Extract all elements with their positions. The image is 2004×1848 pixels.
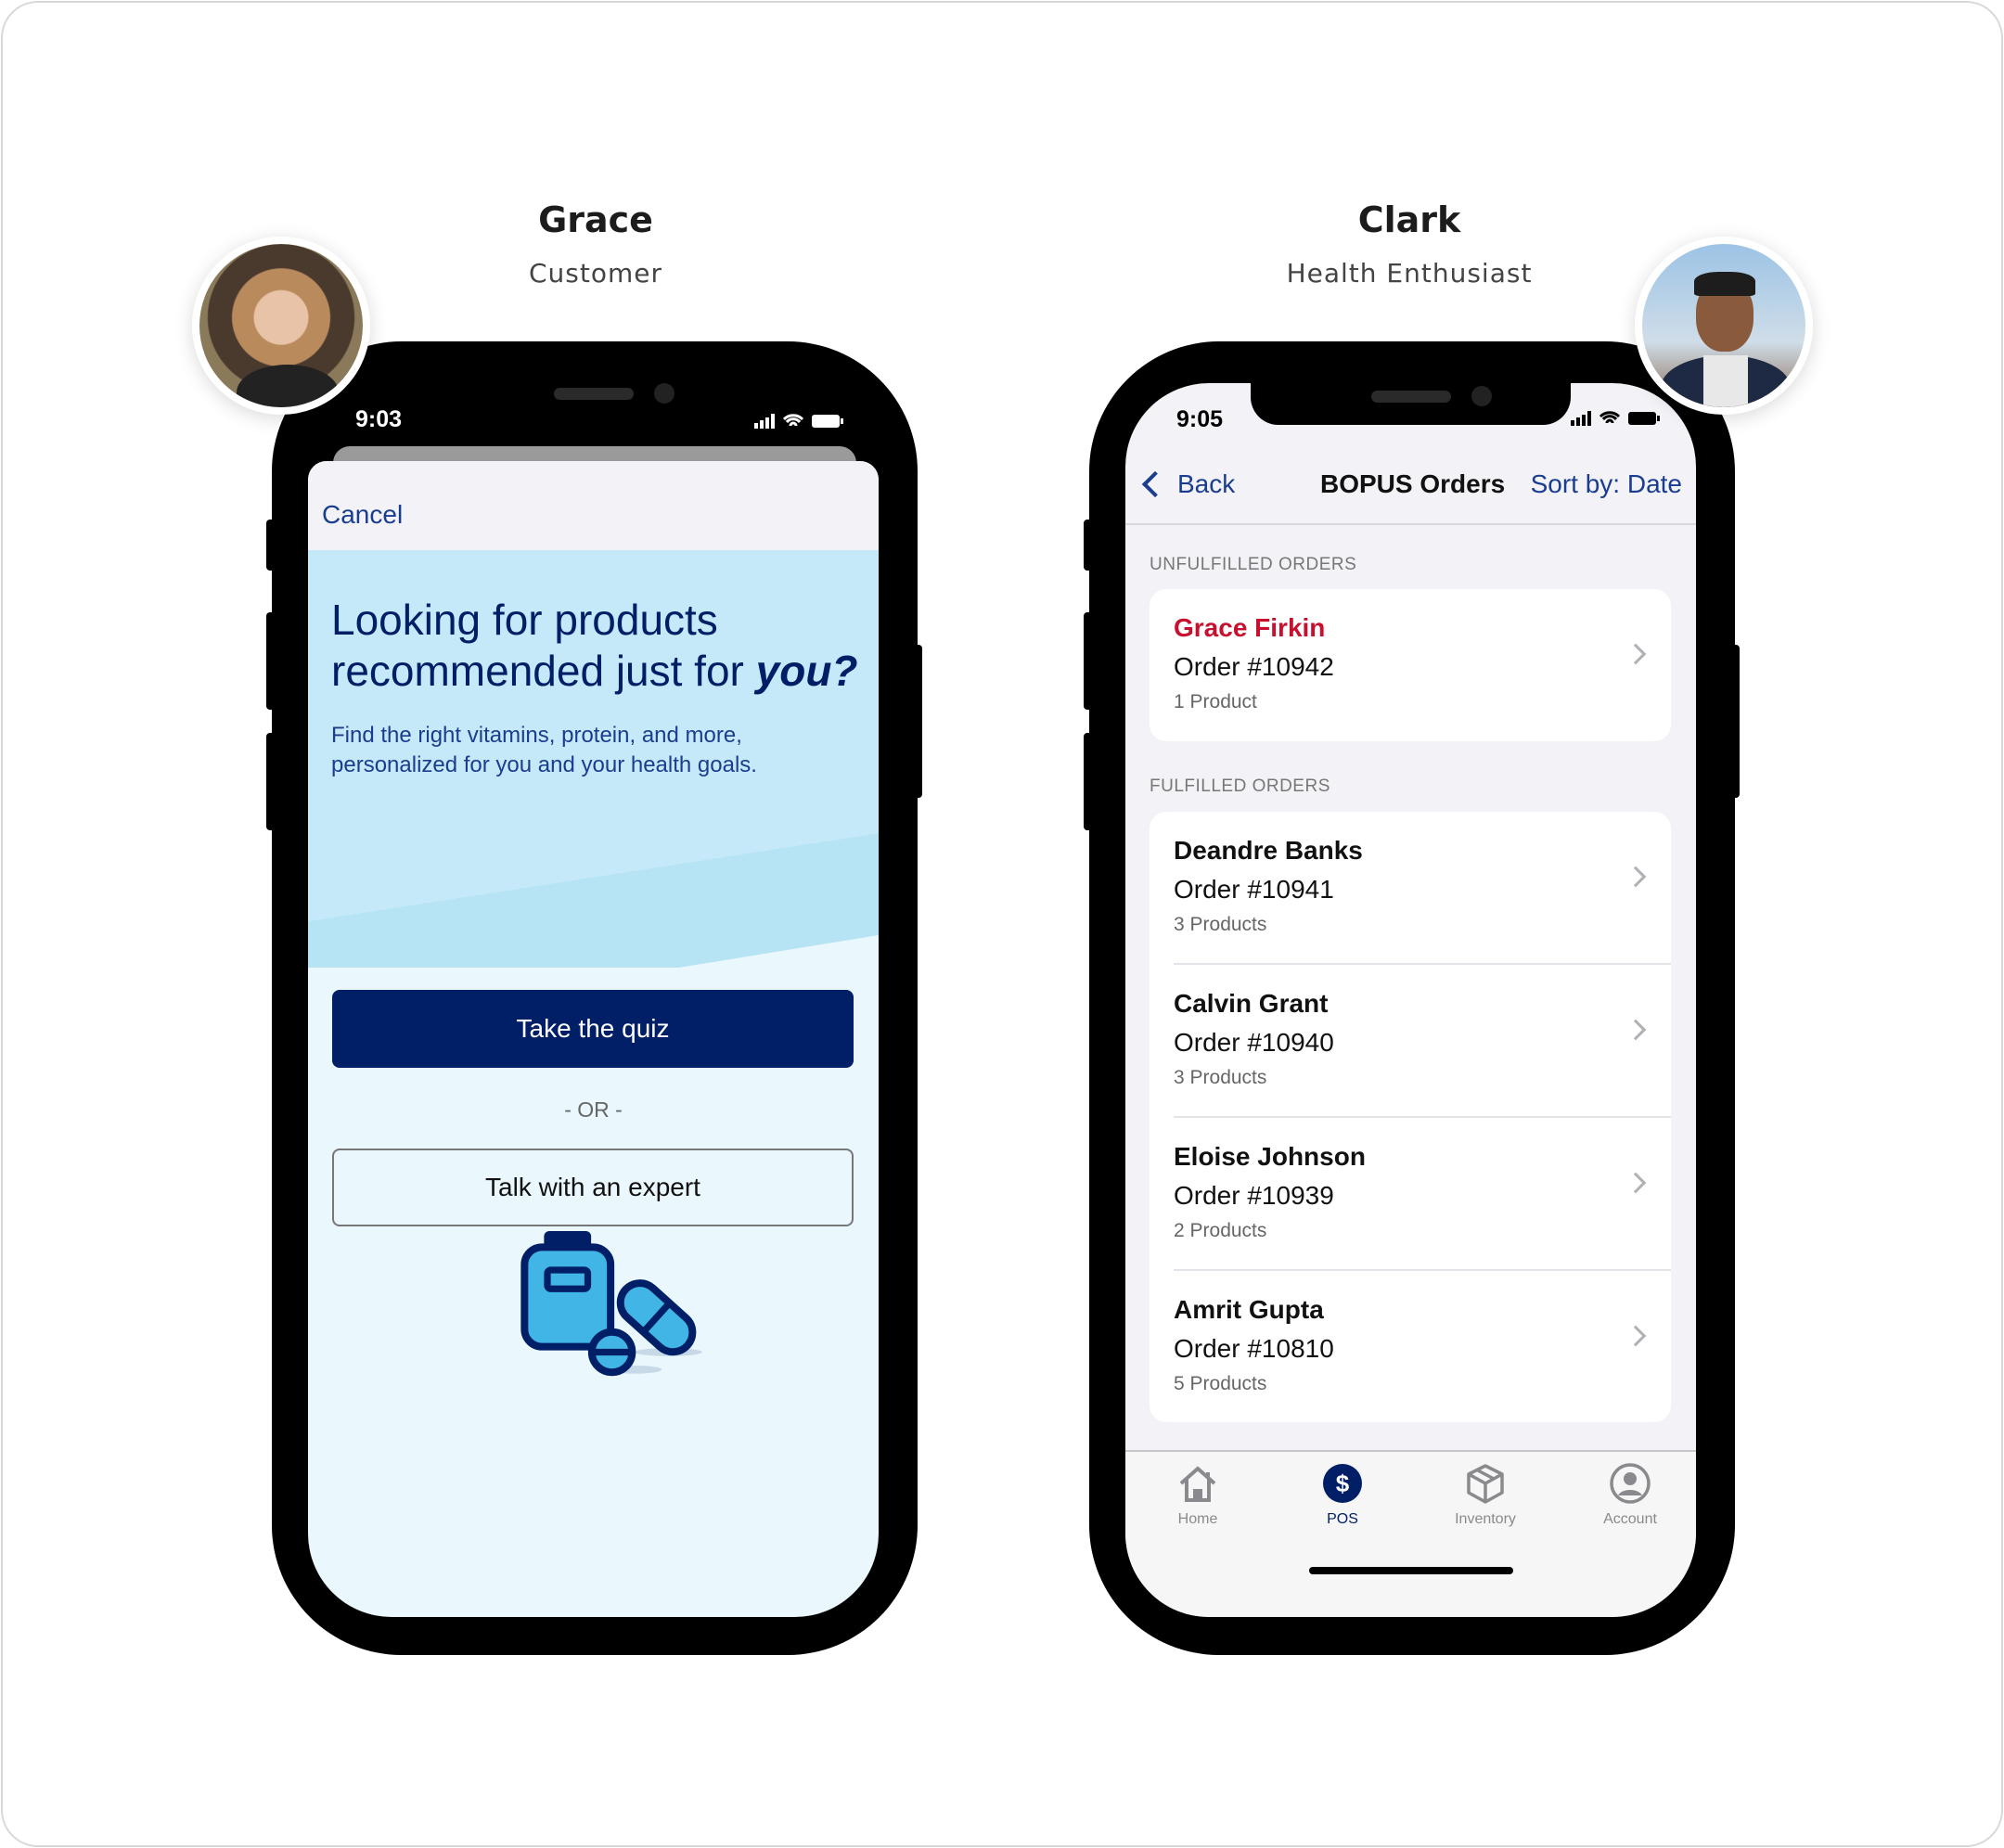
persona-name: Grace xyxy=(538,199,653,240)
section-header: FULFILLED ORDERS xyxy=(1150,776,1330,796)
home-indicator xyxy=(1309,1567,1513,1574)
camera xyxy=(654,383,674,404)
house-icon xyxy=(1179,1466,1216,1502)
take-quiz-button[interactable]: Take the quiz xyxy=(332,990,854,1068)
quiz-description: Find the right vitamins, protein, and mo… xyxy=(331,723,757,777)
persona-role: Health Enthusiast xyxy=(1286,258,1533,289)
sheet-header: Cancel xyxy=(308,461,879,550)
status-time: 9:03 xyxy=(355,406,403,432)
chevron-right-icon xyxy=(1625,643,1647,665)
talk-expert-button[interactable]: Talk with an expert xyxy=(332,1149,854,1226)
chevron-right-icon xyxy=(1625,1172,1647,1194)
back-button[interactable]: Back xyxy=(1138,469,1235,499)
order-row[interactable]: Grace Firkin Order #10942 1 Product xyxy=(1174,589,1671,742)
status-icons xyxy=(1571,411,1660,426)
chevron-right-icon xyxy=(1625,1325,1647,1347)
persona-role: Customer xyxy=(528,258,662,289)
tab-account[interactable]: Account xyxy=(1561,1461,1696,1528)
order-row[interactable]: Amrit Gupta Order #10810 5 Products xyxy=(1174,1271,1671,1424)
page-title: BOPUS Orders xyxy=(1320,469,1506,498)
chevron-left-icon xyxy=(1141,470,1169,498)
svg-text:$: $ xyxy=(1336,1469,1350,1497)
status-icons xyxy=(754,412,847,435)
avatar-grace xyxy=(192,237,370,415)
persona-name: Clark xyxy=(1357,199,1461,240)
nav-bar: Back BOPUS Orders Sort by: Date xyxy=(1125,439,1696,525)
speaker xyxy=(554,388,634,400)
orders-screen: 9:05 Back BOPUS Orders Sort by: Date UNF… xyxy=(1125,383,1696,1617)
fulfilled-orders-list: Deandre Banks Order #10941 3 Products Calv… xyxy=(1150,812,1671,1422)
dollar-icon: $ xyxy=(1323,1464,1362,1503)
chevron-right-icon xyxy=(1625,866,1647,888)
tab-pos[interactable]: $ POS xyxy=(1273,1461,1412,1528)
chevron-right-icon xyxy=(1625,1019,1647,1041)
avatar-clark xyxy=(1635,237,1813,415)
unfulfilled-orders-list: Grace Firkin Order #10942 1 Product xyxy=(1150,589,1671,741)
tab-home[interactable]: Home xyxy=(1128,1461,1267,1528)
tab-bar: Home $ POS Inventory Account xyxy=(1125,1450,1696,1617)
sort-button[interactable]: Sort by: Date xyxy=(1531,469,1682,499)
cancel-button[interactable]: Cancel xyxy=(322,500,403,530)
associate-phone: 9:05 Back BOPUS Orders Sort by: Date UNF… xyxy=(1089,341,1735,1655)
status-time: 9:05 xyxy=(1176,406,1224,432)
quiz-heading: Looking for products recommended just fo… xyxy=(331,596,858,695)
tab-inventory[interactable]: Inventory xyxy=(1416,1461,1555,1528)
customer-phone: 9:03 Cancel Looking for products recomme… xyxy=(272,341,918,1655)
person-circle-icon xyxy=(1610,1463,1651,1504)
order-row[interactable]: Eloise Johnson Order #10939 2 Products xyxy=(1174,1118,1671,1271)
or-divider: - OR - xyxy=(564,1097,623,1122)
quiz-sheet: Cancel Looking for products recommended … xyxy=(308,461,879,1617)
box-icon xyxy=(1467,1464,1504,1504)
order-row[interactable]: Calvin Grant Order #10940 3 Products xyxy=(1174,965,1671,1118)
notch xyxy=(1251,383,1571,425)
section-header: UNFULFILLED ORDERS xyxy=(1150,555,1357,574)
order-row[interactable]: Deandre Banks Order #10941 3 Products xyxy=(1174,812,1671,965)
